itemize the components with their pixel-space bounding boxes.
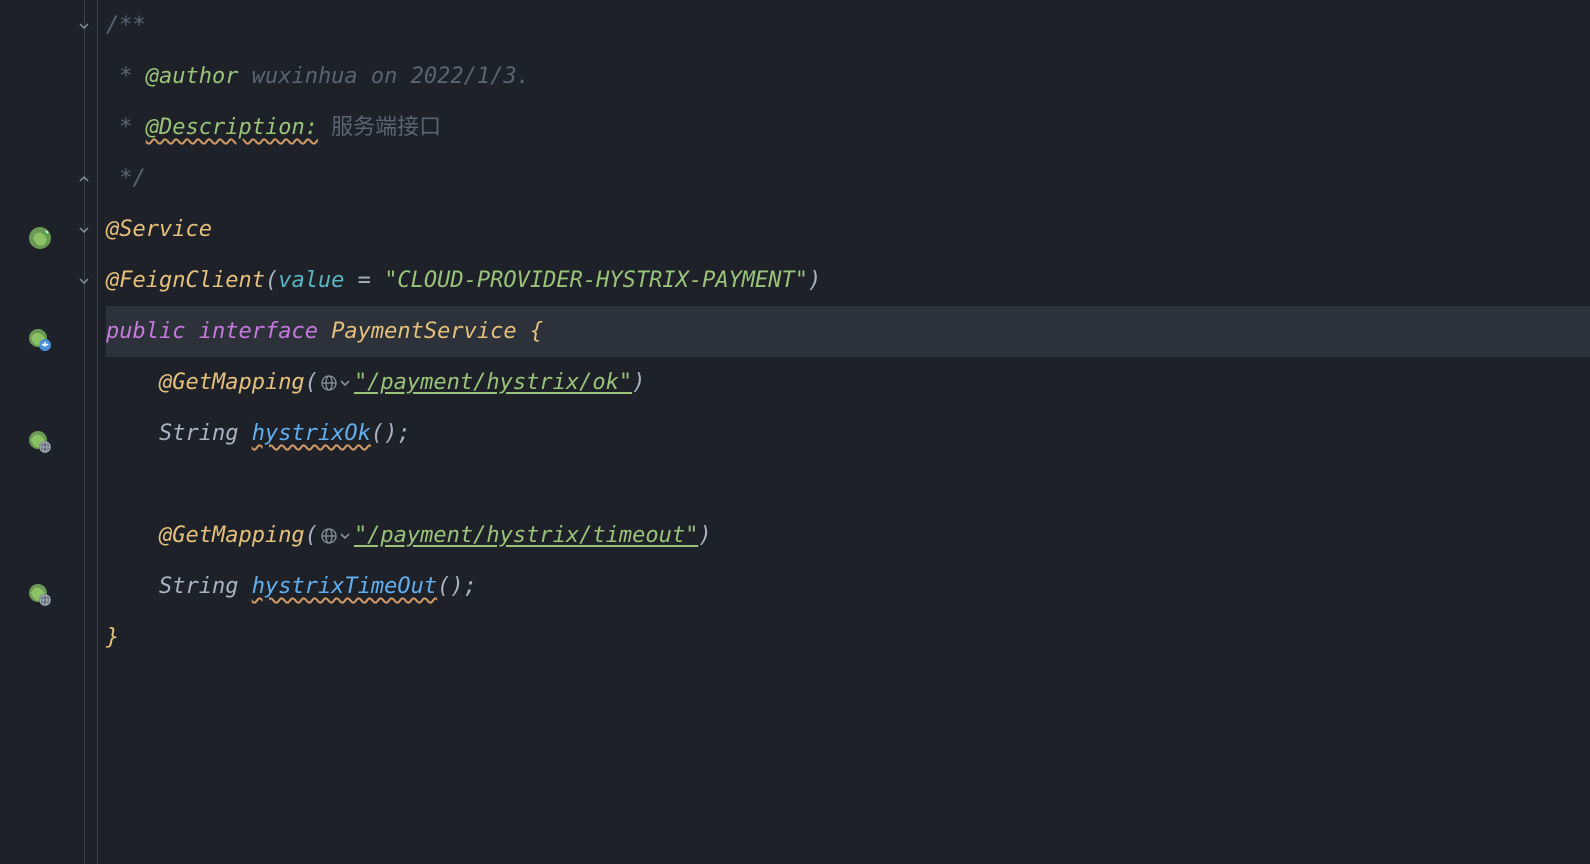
code-line[interactable]: @GetMapping( "/payment/hystrix/ok") xyxy=(106,357,1590,408)
code-line[interactable]: /** xyxy=(106,0,1590,51)
brace-open: { xyxy=(517,306,544,357)
indent xyxy=(106,357,159,408)
interface-name: PaymentService xyxy=(331,306,516,357)
string-type: String xyxy=(159,408,252,459)
code-line-blank[interactable] xyxy=(106,765,1590,816)
code-line[interactable]: */ xyxy=(106,153,1590,204)
fold-toggle-icon[interactable] xyxy=(76,222,92,238)
method-parens: (); xyxy=(437,561,477,612)
comment-star: * xyxy=(106,51,146,102)
getmapping-annotation: @GetMapping xyxy=(159,357,305,408)
method-hystrixok: hystrixOk xyxy=(252,408,371,459)
interface-icon[interactable] xyxy=(28,320,52,344)
paren-open: ( xyxy=(305,510,318,561)
indent xyxy=(106,510,159,561)
code-line[interactable]: } xyxy=(106,612,1590,663)
fold-toggle-icon[interactable] xyxy=(76,18,92,34)
code-line[interactable]: @FeignClient(value = "CLOUD-PROVIDER-HYS… xyxy=(106,255,1590,306)
code-line-current[interactable]: public interface PaymentService { xyxy=(106,306,1590,357)
paren-close: ) xyxy=(698,510,711,561)
description-tag: @Description: xyxy=(146,102,318,153)
paren-open: ( xyxy=(265,255,278,306)
paren-close: ) xyxy=(632,357,645,408)
code-line-blank[interactable] xyxy=(106,663,1590,714)
fold-end-icon[interactable] xyxy=(76,171,92,187)
getmapping-annotation: @GetMapping xyxy=(159,510,305,561)
endpoint-path-string: "/payment/hystrix/ok" xyxy=(354,357,632,408)
fold-toggle-icon[interactable] xyxy=(76,273,92,289)
code-line[interactable]: * @author wuxinhua on 2022/1/3. xyxy=(106,51,1590,102)
feign-value-string: "CLOUD-PROVIDER-HYSTRIX-PAYMENT" xyxy=(384,255,808,306)
url-navigate-icon[interactable] xyxy=(320,372,352,394)
author-tag: @author xyxy=(146,51,239,102)
code-editor: /** * @author wuxinhua on 2022/1/3. * @D… xyxy=(0,0,1590,864)
string-type: String xyxy=(159,561,252,612)
endpoint-path-string: "/payment/hystrix/timeout" xyxy=(354,510,698,561)
comment-close: */ xyxy=(106,153,146,204)
public-keyword: public xyxy=(106,306,185,357)
comment-star: * xyxy=(106,102,146,153)
service-annotation: @Service xyxy=(106,204,212,255)
indent xyxy=(106,561,159,612)
code-line[interactable]: @Service xyxy=(106,204,1590,255)
code-line-blank[interactable] xyxy=(106,714,1590,765)
feign-annotation: @FeignClient xyxy=(106,255,265,306)
description-text: 服务端接口 xyxy=(318,102,441,153)
code-line[interactable]: String hystrixTimeOut(); xyxy=(106,561,1590,612)
indent xyxy=(106,408,159,459)
equals: = xyxy=(344,255,384,306)
method-parens: (); xyxy=(371,408,411,459)
bean-service-icon[interactable] xyxy=(28,218,52,242)
attr-value: value xyxy=(278,255,344,306)
code-area[interactable]: /** * @author wuxinhua on 2022/1/3. * @D… xyxy=(98,0,1590,864)
paren-close: ) xyxy=(808,255,821,306)
code-line-blank[interactable] xyxy=(106,459,1590,510)
code-line[interactable]: @GetMapping( "/payment/hystrix/timeout") xyxy=(106,510,1590,561)
fold-gutter xyxy=(70,0,98,864)
code-line[interactable]: * @Description: 服务端接口 xyxy=(106,102,1590,153)
web-endpoint-icon[interactable] xyxy=(28,422,52,446)
paren-open: ( xyxy=(305,357,318,408)
author-text: wuxinhua on 2022/1/3. xyxy=(238,51,529,102)
gutter xyxy=(0,0,70,864)
code-line[interactable]: String hystrixOk(); xyxy=(106,408,1590,459)
interface-keyword: interface xyxy=(185,306,331,357)
url-navigate-icon[interactable] xyxy=(320,525,352,547)
brace-close: } xyxy=(106,612,119,663)
method-hystrixtimeout: hystrixTimeOut xyxy=(252,561,437,612)
web-endpoint-icon[interactable] xyxy=(28,575,52,599)
comment-open: /** xyxy=(106,0,146,51)
